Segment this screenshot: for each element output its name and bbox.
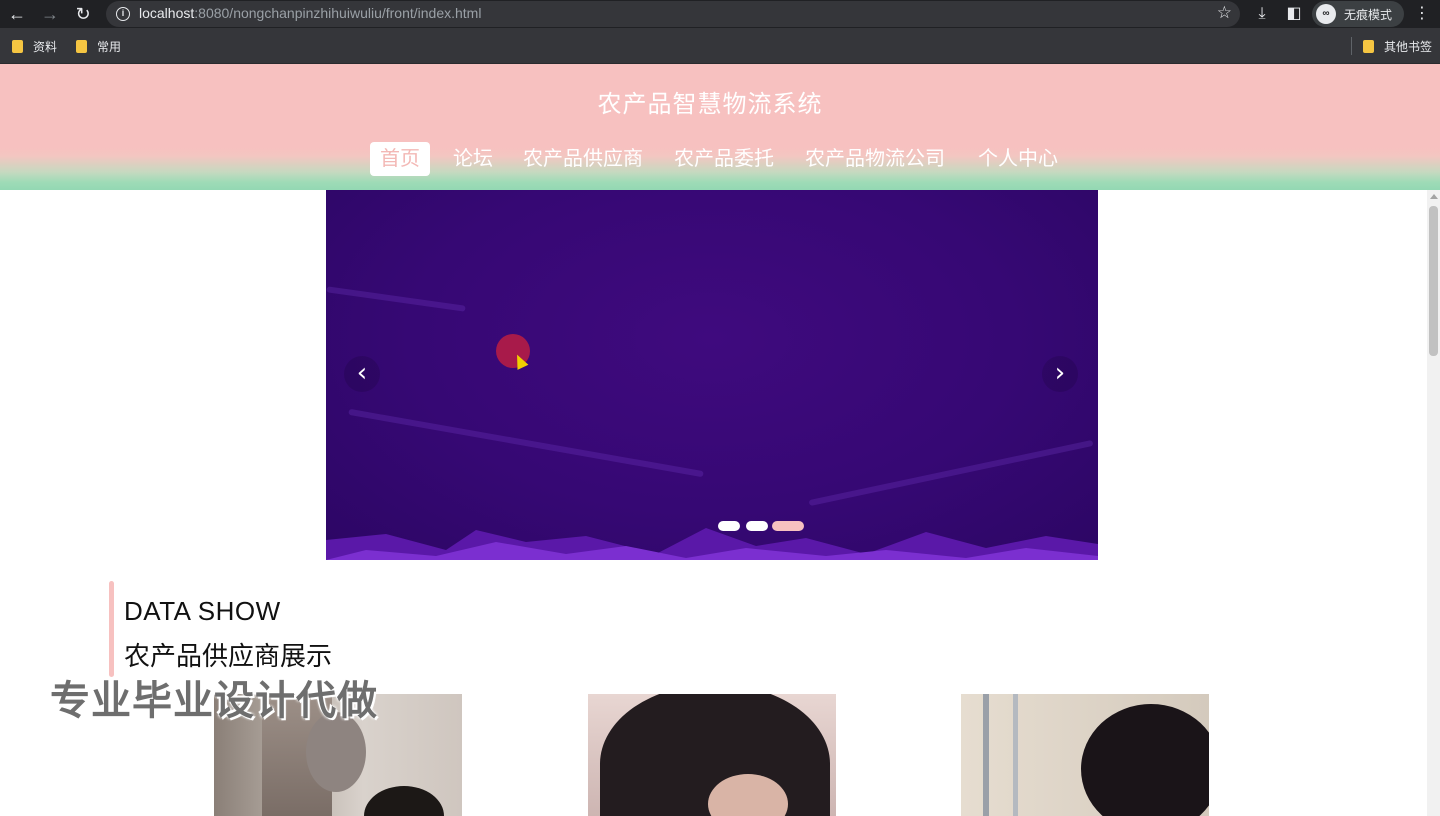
banner-carousel[interactable]: ‹ ›	[326, 190, 1098, 560]
site-info-icon[interactable]: i	[116, 7, 130, 21]
nav-item-supplier[interactable]: 农产品供应商	[523, 142, 643, 176]
nav-item-commission[interactable]: 农产品委托	[674, 142, 774, 176]
url-path: :8080/nongchanpinzhihuiwuliu/front/index…	[194, 5, 482, 21]
carousel-dot-3[interactable]	[772, 521, 804, 531]
nav-item-logistics-company[interactable]: 农产品物流公司	[805, 142, 945, 176]
bookmark-star-icon[interactable]: ☆	[1217, 3, 1232, 23]
photo-detail	[1013, 694, 1018, 816]
site-title: 农产品智慧物流系统	[597, 91, 823, 118]
url-host: localhost	[139, 5, 195, 21]
forward-arrow-icon[interactable]: →	[38, 2, 62, 26]
reload-icon[interactable]: ↻	[71, 2, 95, 26]
watermark-overlay: 专业毕业设计代做	[50, 679, 378, 723]
folder-icon	[12, 40, 23, 53]
photo-detail	[983, 694, 989, 816]
section-accent-bar	[109, 581, 114, 677]
carousel-next-icon[interactable]: ›	[1042, 356, 1078, 392]
banner-decoration	[348, 408, 704, 478]
browser-toolbar: ← → ↻ i localhost:8080/nongchanpinzhihui…	[0, 0, 1440, 28]
bookmark-label: 常用	[97, 40, 122, 54]
carousel-dot-2[interactable]	[746, 521, 768, 531]
url-text: localhost:8080/nongchanpinzhihuiwuliu/fr…	[139, 5, 481, 21]
incognito-badge[interactable]: ∞ 无痕模式	[1312, 1, 1404, 27]
bookmarks-bar: 资料 常用 其他书签	[0, 28, 1440, 64]
scroll-up-arrow-icon[interactable]	[1430, 194, 1438, 199]
site-header: 农产品智慧物流系统 首页 论坛 农产品供应商 农产品委托 农产品物流公司 个人中…	[0, 64, 1440, 190]
photo-detail	[1081, 704, 1209, 816]
side-panel-icon[interactable]: ◧	[1283, 3, 1305, 25]
carousel-prev-icon[interactable]: ‹	[344, 356, 380, 392]
scroll-thumb[interactable]	[1429, 206, 1438, 356]
page-scrollbar[interactable]	[1427, 190, 1440, 816]
bookmark-folder-2[interactable]: 常用	[76, 38, 121, 55]
other-bookmarks-label: 其他书签	[1384, 40, 1433, 54]
other-bookmarks[interactable]: 其他书签	[1363, 38, 1432, 55]
supplier-card-3[interactable]	[961, 694, 1209, 816]
banner-polygon-decoration	[326, 528, 1098, 560]
bookmarks-divider	[1351, 37, 1352, 55]
banner-decoration	[808, 439, 1094, 507]
incognito-label: 无痕模式	[1344, 8, 1393, 22]
nav-item-forum[interactable]: 论坛	[453, 142, 493, 176]
nav-item-home[interactable]: 首页	[370, 142, 430, 176]
menu-dots-icon[interactable]: ⋮	[1411, 3, 1433, 25]
photo-detail	[364, 786, 444, 816]
banner-decoration	[326, 286, 466, 312]
address-bar[interactable]: i localhost:8080/nongchanpinzhihuiwuliu/…	[106, 1, 1240, 27]
section-title-en: DATA SHOW	[124, 596, 281, 626]
folder-icon	[1363, 40, 1374, 53]
bookmark-label: 资料	[33, 40, 58, 54]
folder-icon	[76, 40, 87, 53]
back-arrow-icon[interactable]: ←	[5, 2, 29, 26]
supplier-card-2[interactable]	[588, 694, 836, 816]
incognito-icon: ∞	[1316, 4, 1336, 24]
download-icon[interactable]: ⤓	[1251, 3, 1273, 25]
carousel-dot-1[interactable]	[718, 521, 740, 531]
bookmark-folder-1[interactable]: 资料	[12, 38, 57, 55]
nav-item-personal-center[interactable]: 个人中心	[978, 142, 1058, 176]
